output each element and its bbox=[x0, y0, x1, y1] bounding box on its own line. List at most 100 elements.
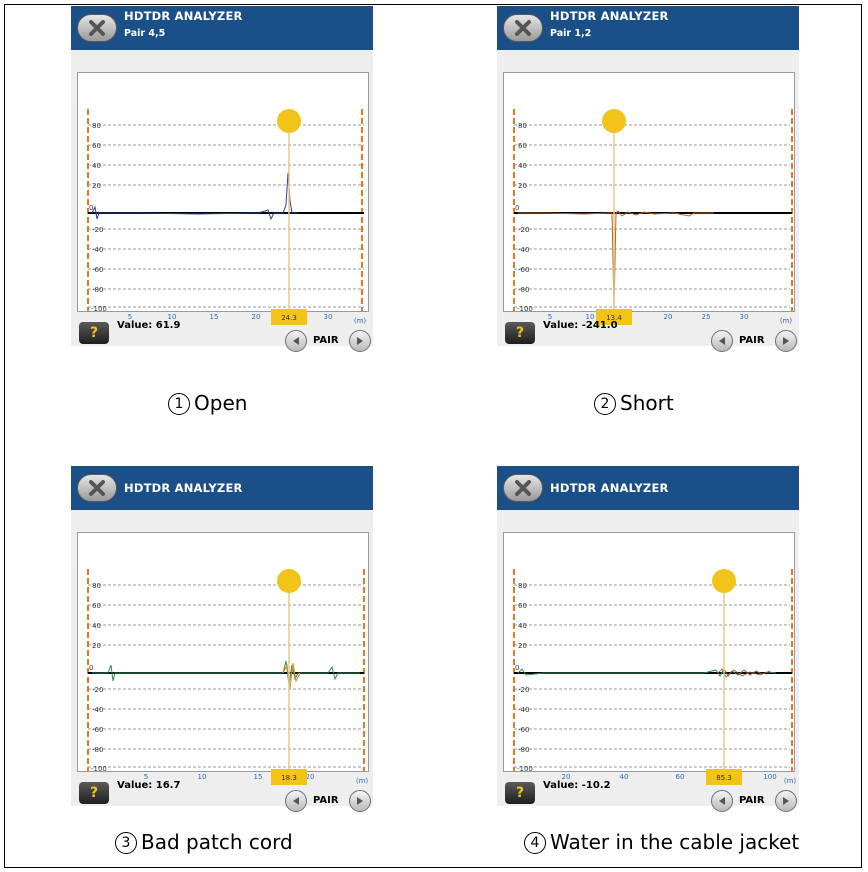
x-tick: 20 bbox=[252, 313, 261, 321]
cursor-handle bbox=[277, 109, 301, 133]
help-button[interactable]: ? bbox=[79, 322, 109, 344]
x-unit: (m) bbox=[356, 777, 369, 785]
y-tick: 60 bbox=[92, 142, 101, 150]
x-tick: 10 bbox=[198, 773, 207, 781]
close-button[interactable] bbox=[77, 474, 117, 502]
help-button[interactable]: ? bbox=[505, 782, 535, 804]
y-tick: 0 bbox=[515, 664, 519, 672]
x-tick: 30 bbox=[324, 313, 333, 321]
caption-bad-patch-cord: 3 Bad patch cord bbox=[115, 830, 293, 854]
tdr-plot[interactable]: 80 60 40 20 0 -20 -40 -60 -80 -100 5 5 bbox=[77, 72, 369, 325]
cursor-handle bbox=[602, 109, 626, 133]
pair-subtitle: Pair 4,5 bbox=[124, 28, 166, 39]
caption-number: 4 bbox=[524, 832, 546, 854]
plot-svg: 80 60 40 20 0 -20 -40 -60 -80 -100 bbox=[87, 569, 365, 773]
pair-prev-button[interactable] bbox=[285, 330, 307, 352]
grid-lines bbox=[514, 584, 790, 768]
app-title: HDTDR ANALYZER bbox=[550, 481, 669, 495]
y-axis-labels: 80 60 40 20 0 -20 -40 -60 -80 -100 bbox=[515, 122, 533, 313]
y-tick: -20 bbox=[518, 226, 529, 234]
y-tick: -40 bbox=[518, 706, 529, 714]
caption-number: 2 bbox=[594, 393, 616, 415]
help-button[interactable]: ? bbox=[79, 782, 109, 804]
y-tick: -60 bbox=[518, 266, 529, 274]
close-button[interactable] bbox=[503, 14, 543, 42]
y-tick: -80 bbox=[92, 746, 103, 754]
y-tick: -80 bbox=[518, 286, 529, 294]
caption-open: 1 Open bbox=[168, 391, 247, 415]
y-tick: 40 bbox=[92, 162, 101, 170]
tdr-plot[interactable]: 80 60 40 20 0 -20 -40 -60 -80 -100 5 10 … bbox=[77, 532, 369, 785]
plot-svg: 80 60 40 20 0 -20 -40 -60 -80 -100 bbox=[513, 569, 793, 773]
caption-number: 1 bbox=[168, 393, 190, 415]
arrow-left-icon bbox=[293, 797, 299, 805]
arrow-left-icon bbox=[293, 337, 299, 345]
help-button[interactable]: ? bbox=[505, 322, 535, 344]
pair-label: PAIR bbox=[739, 335, 765, 346]
tdr-plot[interactable]: 80 60 40 20 0 -20 -40 -60 -80 -100 20 40… bbox=[503, 532, 796, 785]
arrow-right-icon bbox=[357, 797, 363, 805]
y-tick: 60 bbox=[92, 602, 101, 610]
close-icon bbox=[515, 20, 531, 36]
y-tick: -40 bbox=[92, 246, 103, 254]
y-tick: -60 bbox=[92, 726, 103, 734]
app-title: HDTDR ANALYZER bbox=[124, 9, 243, 23]
x-tick: 20 bbox=[664, 313, 673, 321]
caption-text: Short bbox=[620, 391, 674, 415]
y-tick: -80 bbox=[518, 746, 529, 754]
y-tick: 40 bbox=[92, 622, 101, 630]
pair-next-button[interactable] bbox=[349, 790, 371, 812]
value-readout: Value: 16.7 bbox=[117, 780, 181, 791]
close-button[interactable] bbox=[503, 474, 543, 502]
figure-frame: HDTDR ANALYZER Pair 4,5 80 60 40 20 0 -2… bbox=[4, 4, 862, 868]
waveform-trace bbox=[92, 660, 360, 686]
y-axis-labels: 80 60 40 20 0 -20 -40 -60 -80 -100 bbox=[515, 582, 533, 773]
x-tick: 15 bbox=[210, 313, 219, 321]
y-tick: -20 bbox=[92, 226, 103, 234]
pair-next-button[interactable] bbox=[349, 330, 371, 352]
value-readout: Value: -10.2 bbox=[543, 780, 611, 791]
pair-label: PAIR bbox=[739, 795, 765, 806]
plot-svg: 80 60 40 20 0 -20 -40 -60 -80 -100 bbox=[513, 109, 793, 313]
close-icon bbox=[89, 20, 105, 36]
cursor-position-label: 24.3 bbox=[281, 314, 297, 322]
title-bar: HDTDR ANALYZER Pair 1,2 bbox=[497, 6, 799, 50]
pair-prev-button[interactable] bbox=[285, 790, 307, 812]
pair-next-button[interactable] bbox=[775, 330, 797, 352]
close-button[interactable] bbox=[77, 14, 117, 42]
y-tick: 20 bbox=[92, 182, 101, 190]
analyzer-screen-water-in-jacket: HDTDR ANALYZER 80 60 40 20 0 -20 -40 -60… bbox=[497, 466, 799, 812]
y-tick: 80 bbox=[518, 582, 527, 590]
pair-prev-button[interactable] bbox=[711, 330, 733, 352]
x-tick: 25 bbox=[702, 313, 711, 321]
pair-next-button[interactable] bbox=[775, 790, 797, 812]
y-tick: 40 bbox=[518, 622, 527, 630]
y-tick: 0 bbox=[89, 664, 93, 672]
caption-text: Water in the cable jacket bbox=[550, 830, 800, 854]
title-bar: HDTDR ANALYZER Pair 4,5 bbox=[71, 6, 373, 50]
title-bar: HDTDR ANALYZER bbox=[497, 466, 799, 510]
y-tick: -20 bbox=[518, 686, 529, 694]
pair-prev-button[interactable] bbox=[711, 790, 733, 812]
y-tick: 20 bbox=[92, 642, 101, 650]
y-tick: 20 bbox=[518, 642, 527, 650]
pair-label: PAIR bbox=[313, 795, 339, 806]
arrow-left-icon bbox=[719, 797, 725, 805]
pair-label: PAIR bbox=[313, 335, 339, 346]
x-tick: 40 bbox=[620, 773, 629, 781]
tdr-plot[interactable]: 80 60 40 20 0 -20 -40 -60 -80 -100 5 10 … bbox=[503, 72, 795, 325]
x-tick: 60 bbox=[676, 773, 685, 781]
y-tick: 80 bbox=[518, 122, 527, 130]
analyzer-screen-bad-patch-cord: HDTDR ANALYZER 80 60 40 20 0 -20 -40 -60… bbox=[71, 466, 373, 812]
caption-number: 3 bbox=[115, 832, 137, 854]
value-readout: Value: -241.0 bbox=[543, 320, 618, 331]
analyzer-screen-open: HDTDR ANALYZER Pair 4,5 80 60 40 20 0 -2… bbox=[71, 6, 373, 352]
x-tick: 15 bbox=[254, 773, 263, 781]
grid-lines bbox=[88, 584, 364, 768]
waveform-trace bbox=[518, 210, 714, 310]
cursor-handle bbox=[277, 569, 301, 593]
cursor-position-label: 18.3 bbox=[281, 774, 297, 782]
y-tick: -60 bbox=[92, 266, 103, 274]
y-tick: 60 bbox=[518, 142, 527, 150]
y-tick: -20 bbox=[92, 686, 103, 694]
